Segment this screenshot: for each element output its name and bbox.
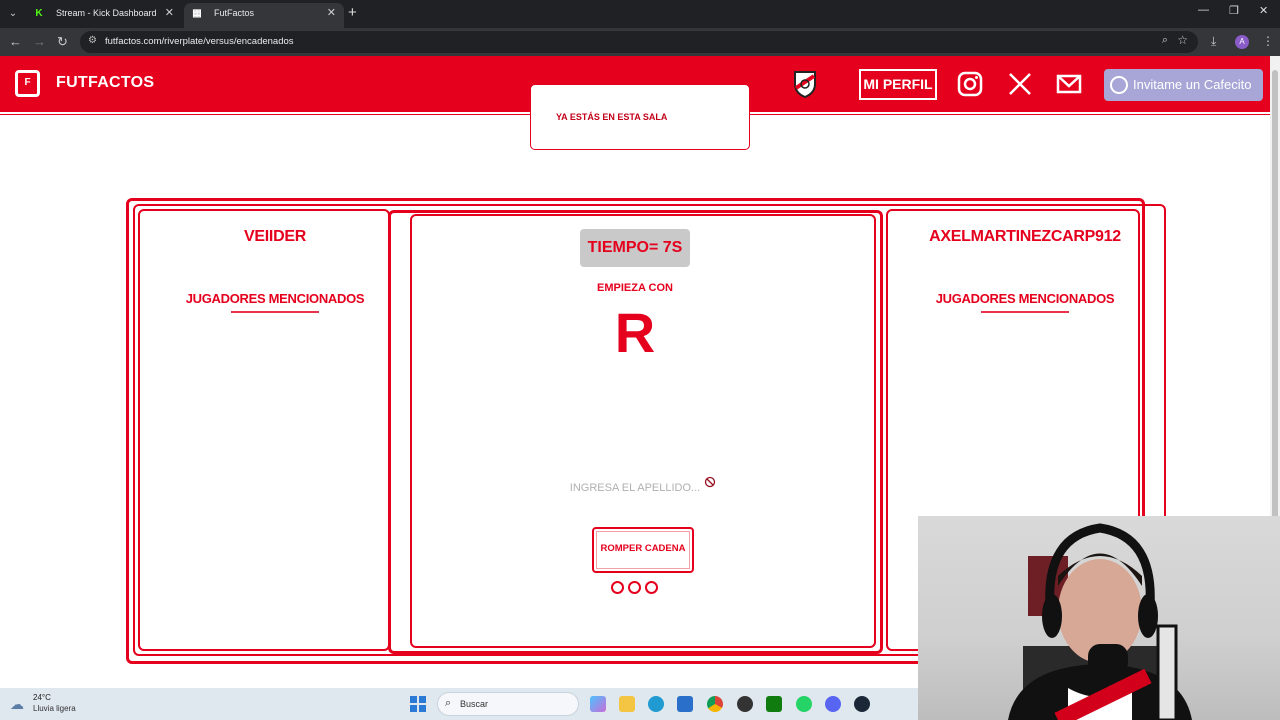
x-twitter-icon[interactable] (1007, 71, 1033, 97)
back-button[interactable]: ← (9, 34, 22, 49)
life-circle (645, 581, 658, 594)
close-icon[interactable]: ✕ (165, 3, 174, 24)
minimize-button[interactable]: — (1198, 4, 1209, 16)
file-explorer-icon[interactable] (619, 696, 635, 712)
xbox-icon[interactable] (766, 696, 782, 712)
weather-temperature[interactable]: 24°C (33, 693, 51, 702)
zoom-icon[interactable]: ⌕ (1162, 34, 1168, 47)
club-shield-icon[interactable] (793, 70, 817, 98)
room-toast: YA ESTÁS EN ESTA SALA (530, 84, 750, 150)
left-mentioned-underline (231, 311, 319, 313)
browser-toolbar: ← → ↻ ⚙ futfactos.com/riverplate/versus/… (0, 28, 1280, 56)
start-letter: R (614, 301, 656, 364)
break-chain-button[interactable]: ROMPER CADENA (592, 527, 694, 573)
life-circle (628, 581, 641, 594)
store-icon[interactable] (677, 696, 693, 712)
close-window-button[interactable]: ✕ (1259, 4, 1268, 17)
search-label: Buscar (460, 699, 489, 709)
taskbar-search[interactable]: ⌕ Buscar (437, 692, 579, 716)
tab-search-button[interactable]: ⌄ (4, 5, 22, 23)
copilot-icon[interactable] (590, 696, 606, 712)
chrome-icon[interactable] (707, 696, 723, 712)
instagram-icon[interactable] (957, 71, 983, 97)
toast-message: YA ESTÁS EN ESTA SALA (556, 112, 668, 122)
tab-kick-dashboard[interactable]: K Stream - Kick Dashboard ✕ (26, 3, 182, 28)
bookmark-star-icon[interactable]: ☆ (1177, 33, 1188, 47)
kick-icon: K (35, 8, 43, 19)
right-mentioned-title: JUGADORES MENCIONADOS (935, 291, 1115, 306)
my-profile-button[interactable]: MI PERFIL (859, 69, 937, 100)
right-player-name: AXELMARTINEZCARP912 (929, 228, 1121, 245)
starts-with-label: EMPIEZA CON (597, 282, 673, 294)
browser-tab-bar: ⌄ K Stream - Kick Dashboard ✕ ▦ FutFacto… (0, 0, 1280, 28)
restore-button[interactable]: ❐ (1229, 4, 1239, 17)
tab-title: FutFactos (214, 8, 255, 18)
futfactos-logo[interactable]: F (15, 70, 40, 97)
whatsapp-icon[interactable] (796, 696, 812, 712)
close-icon[interactable]: ✕ (327, 3, 336, 24)
right-mentioned-underline (981, 311, 1069, 313)
mail-icon[interactable] (1056, 71, 1082, 97)
steam-icon[interactable] (854, 696, 870, 712)
download-icon[interactable]: ⤓ (1211, 34, 1216, 49)
forward-button[interactable]: → (33, 34, 46, 49)
timer-badge: TIEMPO= 7S (580, 229, 690, 267)
windows-taskbar: ☁ 24°C Lluvia ligera ⌕ Buscar (0, 688, 918, 720)
discord-icon[interactable] (825, 696, 841, 712)
lives-indicator (611, 581, 659, 595)
brand-name[interactable]: FUTFACTOS (56, 74, 154, 92)
streamer-image (1008, 523, 1192, 720)
site-info-icon[interactable]: ⚙ (88, 35, 97, 46)
menu-dots-icon[interactable]: ⋮ (1262, 34, 1274, 48)
cafecito-label: Invitame un Cafecito (1133, 77, 1252, 92)
tab-title: Stream - Kick Dashboard (56, 8, 157, 18)
url-text: futfactos.com/riverplate/versus/encadena… (105, 36, 294, 47)
left-player-panel (138, 209, 390, 651)
left-mentioned-title: JUGADORES MENCIONADOS (185, 291, 365, 306)
obs-icon[interactable] (737, 696, 753, 712)
surname-input[interactable] (560, 478, 710, 498)
new-tab-button[interactable]: + (348, 4, 357, 21)
tab-futfactos[interactable]: ▦ FutFactos ✕ (184, 3, 344, 28)
life-circle (611, 581, 624, 594)
cafecito-button[interactable]: Invitame un Cafecito (1104, 69, 1263, 101)
left-player-name: VEIIDER (244, 228, 306, 245)
search-icon: ⌕ (445, 697, 452, 709)
edge-icon[interactable] (648, 696, 664, 712)
reload-button[interactable]: ↻ (57, 34, 68, 50)
address-bar[interactable]: ⚙ futfactos.com/riverplate/versus/encade… (80, 31, 1198, 53)
weather-description[interactable]: Lluvia ligera (33, 704, 76, 713)
futfactos-icon: ▦ (192, 8, 202, 19)
profile-avatar[interactable]: A (1235, 35, 1249, 49)
webcam-overlay (918, 516, 1280, 720)
coffee-cup-icon (1110, 76, 1128, 94)
windows-start-icon[interactable] (410, 696, 426, 712)
blocked-icon (704, 476, 716, 488)
weather-cloud-icon[interactable]: ☁ (10, 696, 24, 713)
